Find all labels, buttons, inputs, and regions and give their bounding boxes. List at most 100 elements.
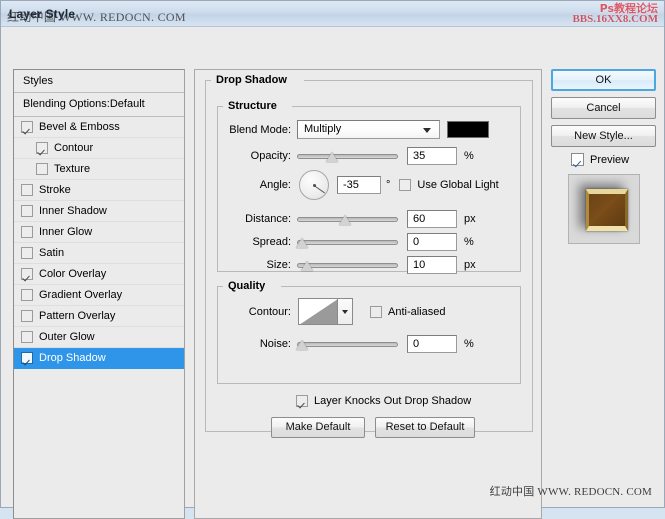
opacity-slider[interactable] bbox=[297, 149, 398, 163]
spread-slider[interactable] bbox=[296, 235, 398, 249]
style-checkbox[interactable] bbox=[21, 121, 33, 133]
style-row-stroke[interactable]: Stroke bbox=[14, 180, 184, 201]
distance-input[interactable]: 60 bbox=[407, 210, 457, 228]
style-row-label: Inner Shadow bbox=[39, 205, 107, 217]
anti-aliased-checkbox[interactable] bbox=[370, 305, 382, 318]
contour-dropdown-button[interactable] bbox=[338, 298, 353, 325]
style-checkbox[interactable] bbox=[21, 247, 33, 259]
style-checkbox[interactable] bbox=[36, 163, 48, 175]
structure-group-title: Structure bbox=[223, 100, 282, 112]
use-global-light-checkbox[interactable] bbox=[399, 179, 412, 191]
style-row-gradient-overlay[interactable]: Gradient Overlay bbox=[14, 285, 184, 306]
contour-preview[interactable] bbox=[298, 298, 338, 325]
style-checkbox[interactable] bbox=[21, 184, 33, 196]
layer-knocks-out-checkbox[interactable] bbox=[296, 395, 308, 407]
style-row-label: Texture bbox=[54, 163, 91, 175]
angle-dial[interactable] bbox=[299, 170, 329, 200]
style-row-label: Bevel & Emboss bbox=[39, 121, 120, 133]
size-input[interactable]: 10 bbox=[407, 256, 457, 274]
noise-unit: % bbox=[464, 338, 474, 350]
noise-label: Noise: bbox=[259, 338, 291, 350]
blend-mode-value: Multiply bbox=[304, 123, 342, 135]
size-row: Size: 10 px bbox=[229, 256, 519, 274]
distance-slider[interactable] bbox=[297, 212, 398, 226]
distance-label: Distance: bbox=[245, 213, 291, 225]
distance-unit: px bbox=[464, 213, 476, 225]
style-row-outer-glow[interactable]: Outer Glow bbox=[14, 327, 184, 348]
layer-style-dialog: Layer Style 红动中国 WWW. REDOCN. COM Ps教程论坛… bbox=[0, 0, 665, 519]
noise-slider[interactable] bbox=[296, 337, 398, 351]
preview-toggle-row[interactable]: Preview bbox=[551, 153, 656, 166]
shadow-color-swatch[interactable] bbox=[447, 121, 489, 138]
new-style-button[interactable]: New Style... bbox=[551, 125, 656, 147]
opacity-label: Opacity: bbox=[250, 150, 291, 162]
style-row-color-overlay[interactable]: Color Overlay bbox=[14, 264, 184, 285]
styles-item-list: Bevel & Emboss Contour Texture Stroke Inner … bbox=[14, 117, 184, 369]
contour-curve-icon bbox=[299, 299, 337, 324]
spread-input[interactable]: 0 bbox=[407, 233, 457, 251]
size-label: Size: bbox=[266, 259, 291, 271]
angle-label: Angle: bbox=[259, 179, 291, 191]
opacity-input[interactable]: 35 bbox=[407, 147, 457, 165]
noise-input[interactable]: 0 bbox=[407, 335, 457, 353]
contour-row: Contour: Anti-aliased bbox=[229, 298, 519, 325]
style-row-inner-shadow[interactable]: Inner Shadow bbox=[14, 201, 184, 222]
style-row-drop-shadow[interactable]: Drop Shadow bbox=[14, 348, 184, 369]
opacity-row: Opacity: 35 % bbox=[229, 147, 519, 165]
blend-mode-row: Blend Mode: Multiply bbox=[229, 120, 519, 139]
style-checkbox[interactable] bbox=[21, 205, 33, 217]
chevron-down-icon bbox=[423, 128, 431, 133]
style-row-satin[interactable]: Satin bbox=[14, 243, 184, 264]
style-checkbox[interactable] bbox=[21, 289, 33, 301]
opacity-slider-track bbox=[297, 154, 398, 159]
style-checkbox[interactable] bbox=[21, 310, 33, 322]
drop-shadow-group-title: Drop Shadow bbox=[211, 74, 292, 86]
angle-row: Angle: -35 ° Use Global Light bbox=[229, 170, 529, 200]
reset-to-default-button[interactable]: Reset to Default bbox=[375, 417, 475, 438]
spread-slider-thumb[interactable] bbox=[296, 238, 308, 248]
style-row-texture[interactable]: Texture bbox=[14, 159, 184, 180]
anti-aliased-label: Anti-aliased bbox=[388, 305, 446, 318]
size-unit: px bbox=[464, 259, 476, 271]
distance-slider-thumb[interactable] bbox=[339, 215, 352, 225]
spread-label: Spread: bbox=[252, 236, 291, 248]
chevron-down-icon bbox=[342, 310, 348, 314]
style-row-label: Contour bbox=[54, 142, 94, 154]
style-row-inner-glow[interactable]: Inner Glow bbox=[14, 222, 184, 243]
drop-shadow-group-line-right bbox=[304, 80, 532, 81]
style-checkbox[interactable] bbox=[21, 331, 33, 343]
cancel-button[interactable]: Cancel bbox=[551, 97, 656, 119]
style-row-label: Outer Glow bbox=[39, 331, 95, 343]
preview-checkbox[interactable] bbox=[571, 153, 584, 166]
make-default-button[interactable]: Make Default bbox=[271, 417, 365, 438]
styles-header: Styles bbox=[14, 70, 184, 93]
watermark-top-right-line2: BBS.16XX8.COM bbox=[572, 13, 658, 25]
layer-knocks-out-row: Layer Knocks Out Drop Shadow bbox=[296, 395, 471, 407]
style-row-label: Drop Shadow bbox=[39, 352, 106, 364]
styles-list-panel: Styles Blending Options:Default Bevel & … bbox=[13, 69, 185, 519]
noise-slider-thumb[interactable] bbox=[296, 340, 308, 350]
size-slider[interactable] bbox=[297, 258, 398, 272]
quality-group-line-right bbox=[281, 286, 520, 287]
style-checkbox[interactable] bbox=[21, 226, 33, 238]
dialog-actions-panel: OK Cancel New Style... Preview bbox=[551, 69, 656, 244]
quality-group-title: Quality bbox=[223, 280, 271, 292]
preview-label: Preview bbox=[590, 153, 630, 166]
noise-slider-track bbox=[297, 342, 398, 347]
ok-button[interactable]: OK bbox=[551, 69, 656, 91]
angle-input[interactable]: -35 bbox=[337, 176, 381, 194]
style-checkbox[interactable] bbox=[36, 142, 48, 154]
blending-options-row[interactable]: Blending Options:Default bbox=[14, 93, 184, 117]
opacity-unit: % bbox=[464, 150, 474, 162]
style-row-contour[interactable]: Contour bbox=[14, 138, 184, 159]
blend-mode-dropdown[interactable]: Multiply bbox=[297, 120, 440, 139]
style-row-bevel-emboss[interactable]: Bevel & Emboss bbox=[14, 117, 184, 138]
style-row-label: Satin bbox=[39, 247, 65, 259]
size-slider-thumb[interactable] bbox=[301, 261, 314, 271]
watermark-bottom: 红动中国 WWW. REDOCN. COM bbox=[489, 486, 652, 498]
opacity-slider-thumb[interactable] bbox=[326, 152, 339, 162]
style-checkbox[interactable] bbox=[21, 352, 33, 364]
style-row-pattern-overlay[interactable]: Pattern Overlay bbox=[14, 306, 184, 327]
style-checkbox[interactable] bbox=[21, 268, 33, 280]
effect-options-panel: Drop Shadow Structure Blend Mode: Multip… bbox=[194, 69, 542, 519]
